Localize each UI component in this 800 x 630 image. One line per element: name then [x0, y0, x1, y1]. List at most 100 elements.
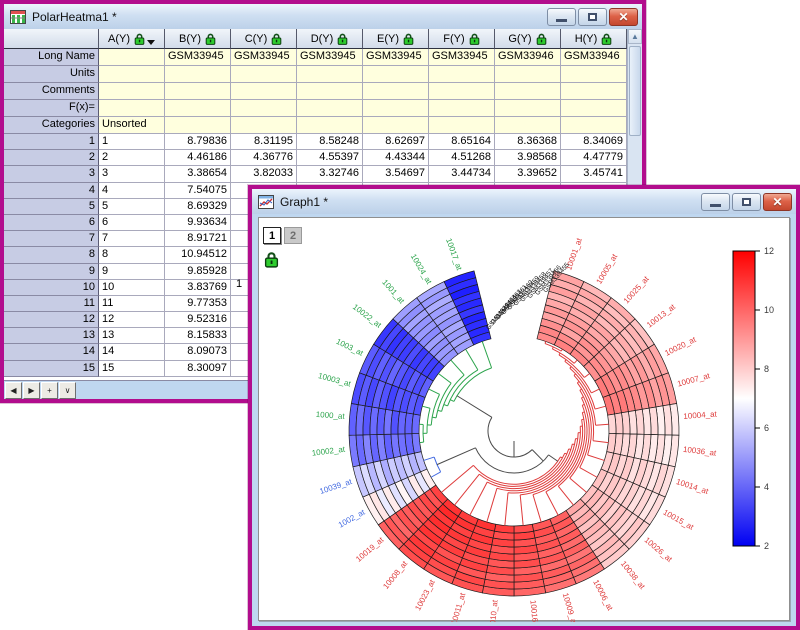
- data-cell[interactable]: 3.82033: [231, 166, 297, 182]
- header-cell[interactable]: [495, 66, 561, 83]
- data-cell[interactable]: 9.77353: [165, 296, 231, 312]
- data-cell[interactable]: 2: [99, 150, 165, 166]
- data-cell[interactable]: 4.47779: [561, 150, 627, 166]
- graph-restore-button[interactable]: [732, 193, 761, 211]
- header-cell[interactable]: [165, 117, 231, 134]
- data-cell[interactable]: 3.54697: [363, 166, 429, 182]
- data-cell[interactable]: 3.44734: [429, 166, 495, 182]
- data-cell[interactable]: 3.38654: [165, 166, 231, 182]
- data-cell[interactable]: 3.98568: [495, 150, 561, 166]
- header-cell[interactable]: [165, 66, 231, 83]
- data-cell[interactable]: 15: [99, 361, 165, 377]
- data-cell[interactable]: 5: [99, 199, 165, 215]
- header-cell[interactable]: [297, 66, 363, 83]
- row-label[interactable]: Categories: [4, 117, 99, 134]
- data-cell[interactable]: 10.94512: [165, 247, 231, 263]
- data-cell[interactable]: 4.55397: [297, 150, 363, 166]
- header-cell[interactable]: [363, 100, 429, 117]
- tab-add-button[interactable]: +: [41, 382, 58, 399]
- column-header-D(Y)[interactable]: D(Y): [297, 29, 363, 49]
- column-header-C(Y)[interactable]: C(Y): [231, 29, 297, 49]
- row-number[interactable]: 13: [4, 328, 99, 344]
- header-cell[interactable]: GSM33946: [495, 49, 561, 66]
- header-cell[interactable]: [429, 83, 495, 100]
- data-cell[interactable]: 11: [99, 296, 165, 312]
- header-cell[interactable]: [429, 66, 495, 83]
- data-cell[interactable]: 8.79836: [165, 134, 231, 150]
- data-cell[interactable]: 8.34069: [561, 134, 627, 150]
- row-label[interactable]: Comments: [4, 83, 99, 100]
- row-number[interactable]: 11: [4, 296, 99, 312]
- data-cell[interactable]: 7: [99, 231, 165, 247]
- header-cell[interactable]: GSM33945: [165, 49, 231, 66]
- data-cell[interactable]: 6: [99, 215, 165, 231]
- header-cell[interactable]: GSM33945: [429, 49, 495, 66]
- data-cell[interactable]: 4.43344: [363, 150, 429, 166]
- row-number[interactable]: 12: [4, 312, 99, 328]
- header-cell[interactable]: [561, 100, 627, 117]
- row-number[interactable]: 15: [4, 361, 99, 377]
- data-cell[interactable]: 12: [99, 312, 165, 328]
- lock-icon[interactable]: [264, 251, 279, 271]
- header-cell[interactable]: GSM33945: [363, 49, 429, 66]
- header-cell[interactable]: [429, 100, 495, 117]
- data-cell[interactable]: 8.69329: [165, 199, 231, 215]
- header-cell[interactable]: GSM33945: [297, 49, 363, 66]
- header-cell[interactable]: [495, 100, 561, 117]
- tab-list-button[interactable]: ∨: [59, 382, 76, 399]
- header-cell[interactable]: [297, 100, 363, 117]
- header-cell[interactable]: [99, 83, 165, 100]
- scroll-up-button[interactable]: ▲: [628, 29, 642, 44]
- header-cell[interactable]: GSM33946: [561, 49, 627, 66]
- row-number[interactable]: 1: [4, 134, 99, 150]
- header-cell[interactable]: [165, 100, 231, 117]
- header-cell[interactable]: Unsorted: [99, 117, 165, 134]
- layer-2-button[interactable]: 2: [284, 227, 302, 244]
- data-cell[interactable]: 8.15833: [165, 328, 231, 344]
- row-number[interactable]: 5: [4, 199, 99, 215]
- scrollbar-thumb[interactable]: [629, 46, 641, 136]
- header-cell[interactable]: [231, 83, 297, 100]
- header-cell[interactable]: [561, 117, 627, 134]
- column-header-B(Y)[interactable]: B(Y): [165, 29, 231, 49]
- data-cell[interactable]: 4: [99, 183, 165, 199]
- data-cell[interactable]: 8.91721: [165, 231, 231, 247]
- row-number[interactable]: 10: [4, 280, 99, 296]
- data-cell[interactable]: 4.36776: [231, 150, 297, 166]
- header-cell[interactable]: [363, 83, 429, 100]
- data-cell[interactable]: 8.36368: [495, 134, 561, 150]
- header-cell[interactable]: [429, 117, 495, 134]
- graph-minimize-button[interactable]: [701, 193, 730, 211]
- header-cell[interactable]: [561, 66, 627, 83]
- column-header-G(Y)[interactable]: G(Y): [495, 29, 561, 49]
- row-label[interactable]: F(x)=: [4, 100, 99, 117]
- row-number[interactable]: 4: [4, 183, 99, 199]
- header-cell[interactable]: [231, 100, 297, 117]
- header-cell[interactable]: [495, 83, 561, 100]
- data-cell[interactable]: 8: [99, 247, 165, 263]
- data-cell[interactable]: 9.93634: [165, 215, 231, 231]
- header-cell[interactable]: [561, 83, 627, 100]
- data-cell[interactable]: 9: [99, 264, 165, 280]
- tab-nav-last-button[interactable]: ▶: [23, 382, 40, 399]
- column-header-E(Y)[interactable]: E(Y): [363, 29, 429, 49]
- tab-nav-first-button[interactable]: ◀: [5, 382, 22, 399]
- data-cell[interactable]: 3.45741: [561, 166, 627, 182]
- restore-button[interactable]: [578, 8, 607, 26]
- header-cell[interactable]: [165, 83, 231, 100]
- data-cell[interactable]: 8.31195: [231, 134, 297, 150]
- data-cell[interactable]: 3: [99, 166, 165, 182]
- minimize-button[interactable]: [547, 8, 576, 26]
- header-cell[interactable]: [231, 66, 297, 83]
- row-number[interactable]: 3: [4, 166, 99, 182]
- column-header-H(Y)[interactable]: H(Y): [561, 29, 627, 49]
- row-label[interactable]: Long Name: [4, 49, 99, 66]
- data-cell[interactable]: 8.30097: [165, 361, 231, 377]
- header-cell[interactable]: [99, 66, 165, 83]
- data-cell[interactable]: 3.32746: [297, 166, 363, 182]
- graph-titlebar[interactable]: Graph1 * ✕: [252, 189, 796, 214]
- graph-close-button[interactable]: ✕: [763, 193, 792, 211]
- data-cell[interactable]: 8.65164: [429, 134, 495, 150]
- corner-header-cell[interactable]: [4, 29, 99, 49]
- data-cell[interactable]: 3.83769: [165, 280, 231, 296]
